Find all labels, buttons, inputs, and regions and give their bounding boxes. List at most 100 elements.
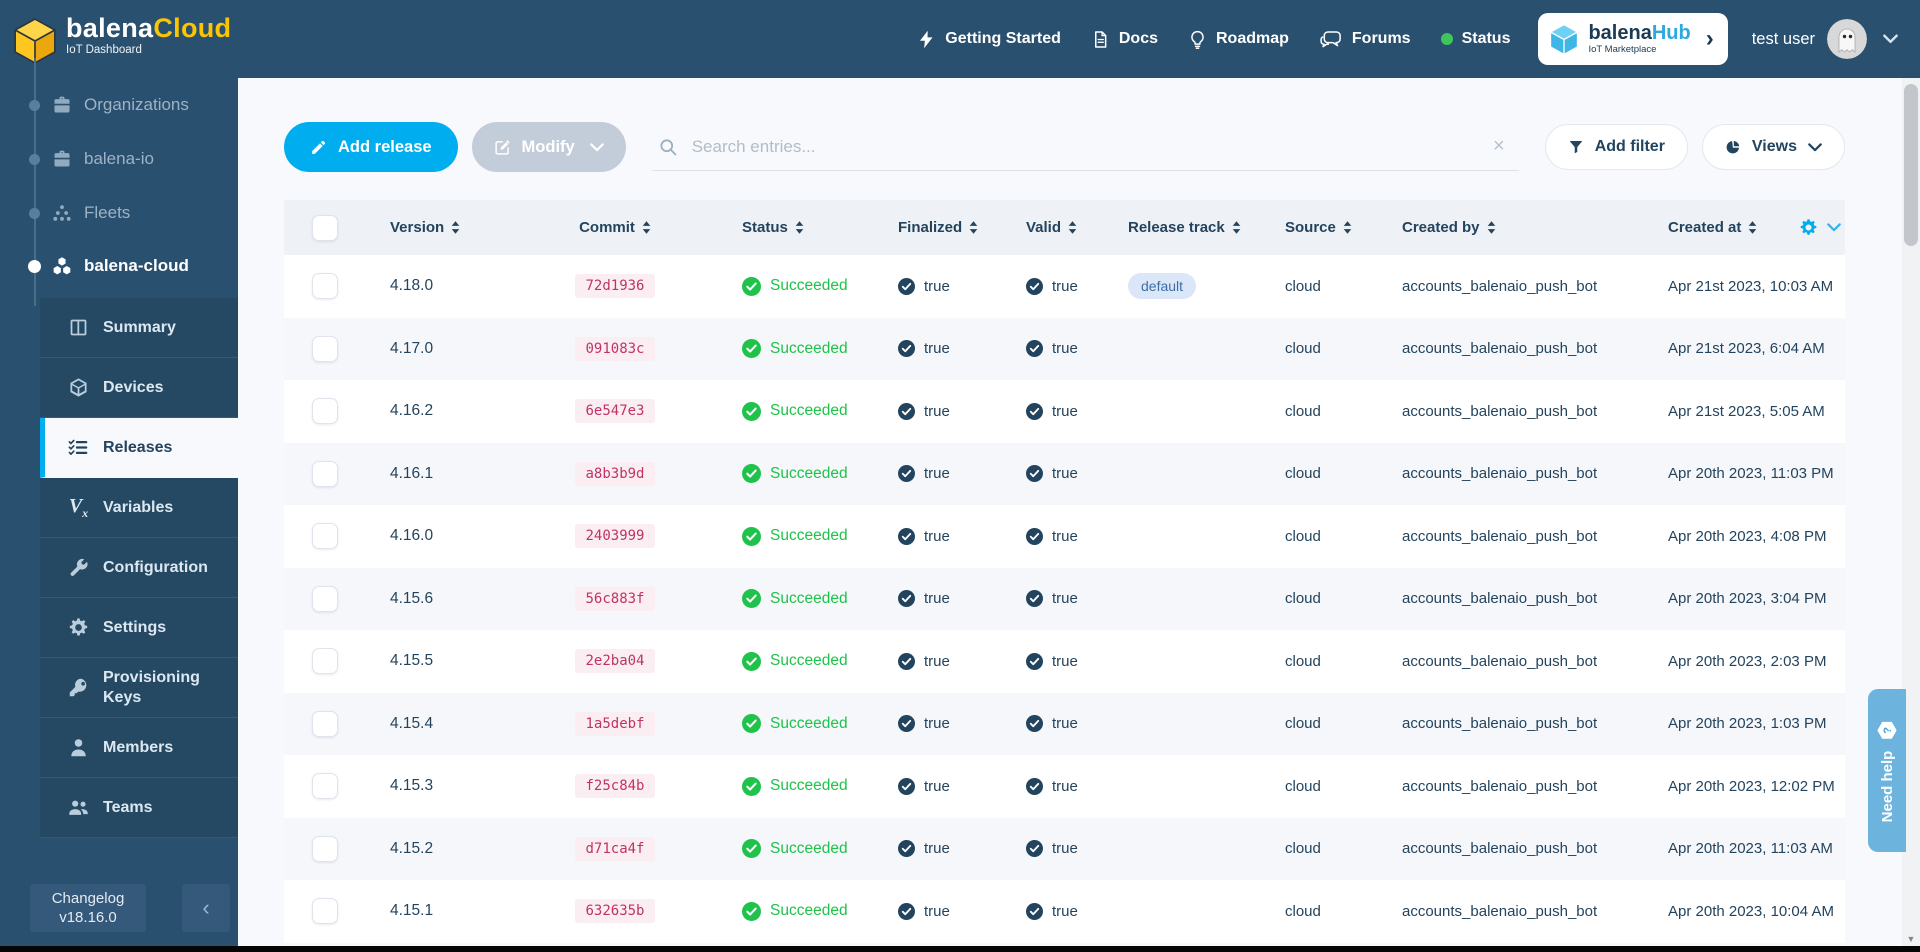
- sort-icon[interactable]: [642, 221, 651, 234]
- source-cell: cloud: [1255, 778, 1360, 795]
- user-menu[interactable]: test user: [1752, 19, 1898, 59]
- user-chevron-down-icon[interactable]: [1883, 34, 1898, 44]
- table-row[interactable]: 4.16.0 2403999 Succeeded true true cloud…: [284, 505, 1845, 568]
- release-version[interactable]: 4.16.1: [364, 465, 530, 483]
- release-version[interactable]: 4.15.2: [364, 840, 530, 858]
- balena-hub-button[interactable]: balenaHub IoT Marketplace ›: [1538, 13, 1727, 65]
- sidebar-item-provisioning-keys[interactable]: Provisioning Keys: [40, 658, 238, 718]
- row-checkbox[interactable]: [312, 711, 338, 737]
- row-checkbox[interactable]: [312, 648, 338, 674]
- row-checkbox[interactable]: [312, 836, 338, 862]
- changelog-button[interactable]: Changelog v18.16.0: [30, 884, 146, 932]
- select-all-checkbox[interactable]: [312, 215, 338, 241]
- table-row[interactable]: 4.18.0 72d1936 Succeeded true true defau…: [284, 255, 1845, 318]
- table-row[interactable]: 4.15.4 1a5debf Succeeded true true cloud…: [284, 693, 1845, 756]
- column-header-release-track[interactable]: Release track: [1100, 219, 1255, 236]
- sort-icon[interactable]: [969, 221, 978, 234]
- row-checkbox[interactable]: [312, 336, 338, 362]
- row-checkbox[interactable]: [312, 461, 338, 487]
- gear-icon: [68, 617, 89, 638]
- navbar-link-docs[interactable]: Docs: [1091, 30, 1158, 49]
- sidebar-item-members[interactable]: Members: [40, 718, 238, 778]
- column-header-source[interactable]: Source: [1255, 219, 1360, 236]
- column-header-version[interactable]: Version: [364, 219, 530, 236]
- brand-logo[interactable]: balenaCloud IoT Dashboard: [14, 14, 231, 64]
- sidebar-item-variables[interactable]: Vx Variables: [40, 478, 238, 538]
- sidebar-collapse-button[interactable]: ‹: [182, 884, 230, 932]
- add-release-button[interactable]: Add release: [284, 122, 458, 172]
- views-button[interactable]: Views: [1702, 124, 1845, 170]
- table-row[interactable]: 4.17.0 091083c Succeeded true true cloud…: [284, 318, 1845, 381]
- add-filter-button[interactable]: Add filter: [1545, 124, 1688, 170]
- scrollbar-thumb[interactable]: [1904, 84, 1918, 246]
- sidebar-item-balena-cloud[interactable]: balena-cloud: [0, 239, 238, 293]
- sidebar-item-releases[interactable]: Releases: [40, 418, 238, 478]
- sort-icon[interactable]: [1487, 221, 1496, 234]
- need-help-tab[interactable]: Need help ?: [1868, 689, 1906, 852]
- column-header-status[interactable]: Status: [700, 219, 880, 236]
- table-row[interactable]: 4.15.2 d71ca4f Succeeded true true cloud…: [284, 818, 1845, 881]
- column-header-finalized[interactable]: Finalized: [880, 219, 990, 236]
- sort-icon[interactable]: [451, 221, 460, 234]
- chevron-down-icon[interactable]: [1827, 223, 1841, 232]
- row-checkbox[interactable]: [312, 273, 338, 299]
- navbar-link-getting-started[interactable]: Getting Started: [917, 30, 1061, 49]
- row-checkbox[interactable]: [312, 398, 338, 424]
- commit-cell: 72d1936: [530, 274, 700, 298]
- table-row[interactable]: 4.16.1 a8b3b9d Succeeded true true cloud…: [284, 443, 1845, 506]
- column-header-commit[interactable]: Commit: [530, 219, 700, 236]
- column-settings-gear-icon[interactable]: [1799, 218, 1818, 237]
- status-text: Succeeded: [770, 402, 848, 420]
- table-row[interactable]: 4.15.1 632635b Succeeded true true cloud…: [284, 880, 1845, 943]
- row-checkbox[interactable]: [312, 898, 338, 924]
- valid-cell: true: [990, 778, 1100, 795]
- table-row[interactable]: 4.16.2 6e547e3 Succeeded true true cloud…: [284, 380, 1845, 443]
- release-version[interactable]: 4.15.5: [364, 652, 530, 670]
- release-version[interactable]: 4.16.2: [364, 402, 530, 420]
- sidebar-item-devices[interactable]: Devices: [40, 358, 238, 418]
- release-version[interactable]: 4.17.0: [364, 340, 530, 358]
- release-version[interactable]: 4.15.6: [364, 590, 530, 608]
- table-row[interactable]: 4.15.5 2e2ba04 Succeeded true true cloud…: [284, 630, 1845, 693]
- row-checkbox-cell: [284, 773, 364, 799]
- sort-icon[interactable]: [1748, 221, 1757, 234]
- created-by-cell: accounts_balenaio_push_bot: [1360, 340, 1640, 357]
- success-check-icon: [742, 839, 761, 858]
- column-header-created-by[interactable]: Created by: [1360, 219, 1640, 236]
- sidebar-item-teams[interactable]: Teams: [40, 778, 238, 838]
- release-version[interactable]: 4.15.3: [364, 777, 530, 795]
- sort-icon[interactable]: [1232, 221, 1241, 234]
- table-row[interactable]: 4.15.3 f25c84b Succeeded true true cloud…: [284, 755, 1845, 818]
- release-version[interactable]: 4.18.0: [364, 277, 530, 295]
- row-checkbox[interactable]: [312, 773, 338, 799]
- sort-icon[interactable]: [1068, 221, 1077, 234]
- modify-button[interactable]: Modify: [472, 122, 626, 172]
- key-icon: [68, 677, 89, 698]
- search-clear-icon[interactable]: ×: [1485, 135, 1513, 158]
- sidebar-item-settings[interactable]: Settings: [40, 598, 238, 658]
- release-version[interactable]: 4.15.4: [364, 715, 530, 733]
- sort-icon[interactable]: [795, 221, 804, 234]
- navbar-link-status[interactable]: Status: [1441, 30, 1511, 48]
- created-at-cell: Apr 21st 2023, 5:05 AM: [1640, 403, 1845, 420]
- release-version[interactable]: 4.16.0: [364, 527, 530, 545]
- sort-icon[interactable]: [1343, 221, 1352, 234]
- sidebar-item-fleets[interactable]: Fleets: [0, 186, 238, 240]
- row-checkbox[interactable]: [312, 586, 338, 612]
- row-checkbox[interactable]: [312, 523, 338, 549]
- column-header-valid[interactable]: Valid: [990, 219, 1100, 236]
- navbar-link-forums[interactable]: Forums: [1319, 30, 1411, 49]
- valid-cell: true: [990, 903, 1100, 920]
- sidebar-item-configuration[interactable]: Configuration: [40, 538, 238, 598]
- sidebar-item-organizations[interactable]: Organizations: [0, 78, 238, 132]
- scrollbar-down-arrow-icon[interactable]: ▼: [1902, 934, 1920, 944]
- navbar-link-roadmap[interactable]: Roadmap: [1188, 30, 1289, 49]
- search-input[interactable]: [690, 136, 1473, 158]
- column-header-created-at[interactable]: Created at: [1640, 218, 1845, 237]
- sidebar-item-summary[interactable]: Summary: [40, 298, 238, 358]
- pie-chart-icon: [1725, 139, 1741, 155]
- table-row[interactable]: 4.15.6 56c883f Succeeded true true cloud…: [284, 568, 1845, 631]
- release-version[interactable]: 4.15.1: [364, 902, 530, 920]
- sidebar-item-balena-io[interactable]: balena-io: [0, 132, 238, 186]
- valid-cell: true: [990, 528, 1100, 545]
